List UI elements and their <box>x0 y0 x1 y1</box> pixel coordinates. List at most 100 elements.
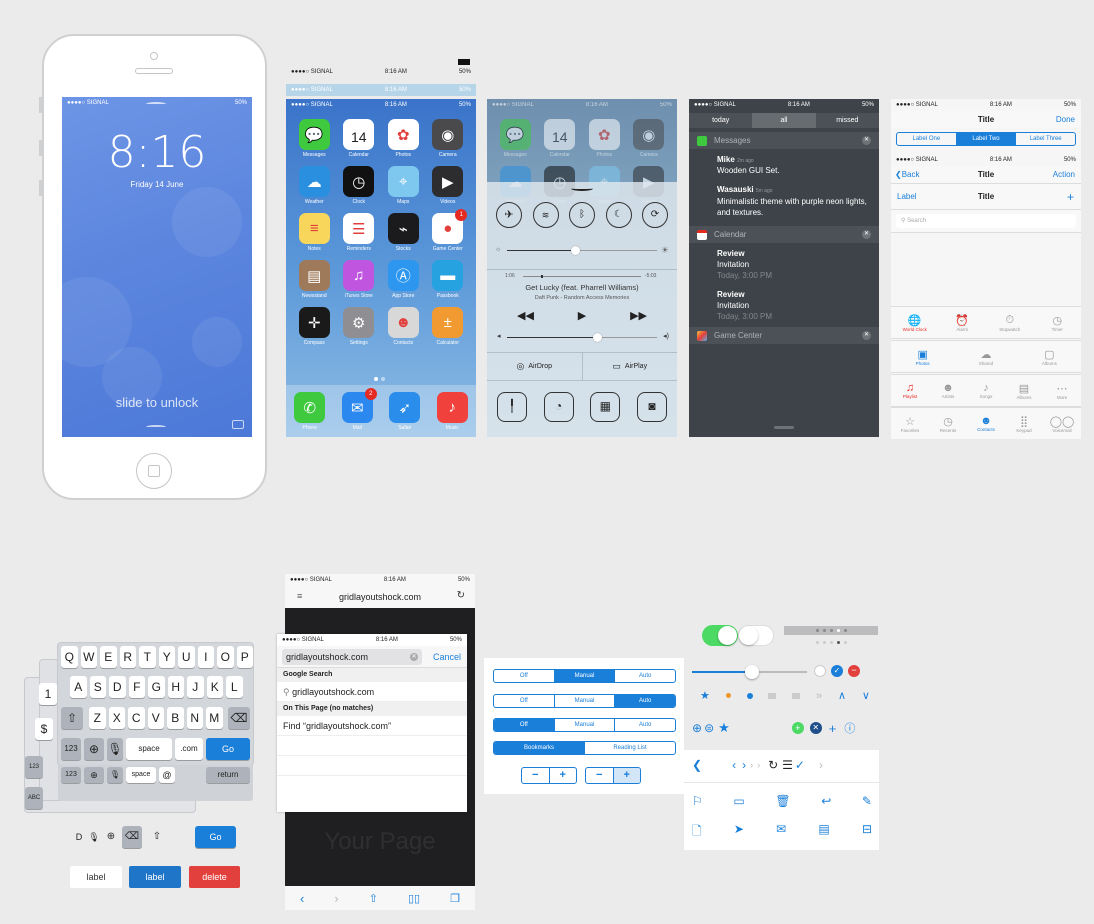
key-123[interactable]: 123 <box>61 738 81 760</box>
trash-icon[interactable]: 🗑 <box>775 794 790 808</box>
segment-label-three[interactable]: Label Three <box>1015 133 1075 145</box>
segment-manual[interactable]: Manual <box>553 695 615 707</box>
fast-forward-icon[interactable]: ▶▶ <box>630 309 647 322</box>
tab-today[interactable]: today <box>689 113 753 128</box>
tab-alarm[interactable]: ⏰ Alarm <box>939 307 987 338</box>
key-p[interactable]: P <box>236 646 253 668</box>
segment-auto[interactable]: Auto <box>614 719 675 731</box>
tab-more[interactable]: ⋯ More <box>1043 375 1081 406</box>
chevron-down-icon[interactable]: ∨ <box>862 689 870 702</box>
reply-icon[interactable]: ↩ <box>821 794 831 808</box>
delete-button[interactable]: delete <box>189 866 240 888</box>
bluetooth-toggle-icon[interactable]: ᛒ <box>569 202 595 228</box>
key-j[interactable]: J <box>187 676 204 698</box>
app-videos[interactable]: ▶ Videos <box>426 166 471 205</box>
toggle-off[interactable] <box>738 625 774 646</box>
key-u[interactable]: U <box>178 646 195 668</box>
app-phone[interactable]: ✆ Phone <box>286 392 334 437</box>
notification-item[interactable]: Wasauski 5m ago Minimalistic theme with … <box>689 179 879 222</box>
folder-icon[interactable]: ▭ <box>733 794 744 808</box>
calculator-icon[interactable]: ▦ <box>590 392 621 422</box>
camera-icon[interactable] <box>232 420 244 429</box>
key-g[interactable]: G <box>148 676 165 698</box>
app-maps[interactable]: ⌖ Maps <box>381 166 426 205</box>
app-clock[interactable]: ◷ Clock <box>337 166 382 205</box>
tab-albums[interactable]: ▤ Albums <box>1005 375 1043 406</box>
segment-label-one[interactable]: Label One <box>897 133 956 145</box>
tab-contacts[interactable]: ☻ Contacts <box>967 408 1005 439</box>
microphone-icon[interactable]: 🎙 <box>87 826 101 848</box>
app-notes[interactable]: ≡ Notes <box>292 213 337 252</box>
timer-icon[interactable]: ◔ <box>543 392 574 422</box>
clear-icon[interactable]: ✕ <box>809 722 822 734</box>
key-h[interactable]: H <box>167 676 184 698</box>
key-123[interactable]: 123 <box>61 767 81 783</box>
key-c[interactable]: C <box>128 707 145 729</box>
app-safari[interactable]: ➶ Safari <box>381 392 429 437</box>
share-icon[interactable]: ⇧ <box>369 892 378 905</box>
airplane-toggle-icon[interactable]: ✈ <box>496 202 522 228</box>
app-music[interactable]: ♪ Music <box>429 392 477 437</box>
close-icon[interactable]: ✕ <box>862 230 871 239</box>
brightness-slider[interactable]: ☼ ☀ <box>495 245 669 257</box>
search-input[interactable]: ⚲ Search <box>896 214 1076 228</box>
compose-icon[interactable]: ✎ <box>862 794 872 808</box>
stepper-plus[interactable]: + <box>612 768 640 783</box>
chevron-left-icon[interactable]: ❮ <box>692 758 702 772</box>
dot-com-key[interactable]: .com <box>175 738 203 760</box>
key-q[interactable]: Q <box>61 646 78 668</box>
segment-auto[interactable]: Auto <box>614 695 675 707</box>
key-z[interactable]: Z <box>89 707 106 729</box>
mail-open-icon[interactable]: ✉ <box>776 822 786 843</box>
pause-circle-icon[interactable]: ⊜ <box>704 721 714 735</box>
segment-reading-list[interactable]: Reading List <box>584 742 675 754</box>
tab-keypad[interactable]: ⣿ Keypad <box>1005 408 1043 439</box>
app-newsstand[interactable]: ▤ Newsstand <box>292 260 337 299</box>
bookmarks-icon[interactable]: ▯▯ <box>408 892 420 905</box>
tab-missed[interactable]: missed <box>815 113 879 128</box>
delete-key-icon[interactable]: ⌫ <box>228 707 250 729</box>
tabs-icon[interactable]: ❐ <box>450 892 460 905</box>
app-mail[interactable]: ✉ 2 Mail <box>334 388 382 437</box>
key-d[interactable]: D <box>109 676 126 698</box>
app-settings[interactable]: ⚙ Settings <box>337 307 382 346</box>
home-button[interactable] <box>136 453 172 489</box>
key-n[interactable]: N <box>186 707 203 729</box>
app-camera[interactable]: ◉ Camera <box>627 119 672 158</box>
globe-icon[interactable]: ⊕ <box>84 738 104 760</box>
microphone-icon[interactable]: 🎙 <box>107 738 123 760</box>
find-on-page-row[interactable]: Find “gridlayoutshock.com” <box>277 716 467 736</box>
chevron-left-icon[interactable]: ‹ <box>732 758 736 772</box>
globe-icon[interactable]: ⊕ <box>102 826 120 848</box>
radio-off-icon[interactable] <box>814 665 826 677</box>
chevron-up-icon[interactable]: ∧ <box>838 689 846 702</box>
event-item[interactable]: Review Invitation Today, 3:00 PM <box>689 243 879 284</box>
go-key[interactable]: Go <box>195 826 236 848</box>
app-messages[interactable]: 💬 Messages <box>292 119 337 158</box>
segment-off[interactable]: Off <box>494 719 554 731</box>
key-x[interactable]: X <box>108 707 125 729</box>
key-t[interactable]: T <box>139 646 156 668</box>
tab-stopwatch[interactable]: ⏱ Stopwatch <box>986 307 1034 338</box>
slide-to-unlock[interactable]: slide to unlock <box>62 395 252 410</box>
tab-songs[interactable]: ♪ Songs <box>967 375 1005 406</box>
label-button[interactable]: Label <box>897 184 917 210</box>
key-b[interactable]: B <box>167 707 184 729</box>
tab-voicemail[interactable]: ◯◯ Voicemail <box>1043 408 1081 439</box>
wifi-toggle-icon[interactable]: ≋ <box>532 202 559 228</box>
back-chevron-icon[interactable]: ‹ <box>300 891 304 906</box>
app-camera[interactable]: ◉ Camera <box>426 119 471 158</box>
info-icon[interactable]: ⓘ <box>844 720 855 736</box>
done-button[interactable]: Done <box>1056 111 1075 128</box>
key-dollar[interactable]: $ <box>35 718 53 740</box>
play-icon[interactable]: ▶ <box>578 309 586 322</box>
add-green-icon[interactable]: + <box>791 722 804 734</box>
key-s[interactable]: S <box>89 676 106 698</box>
segment-bookmarks[interactable]: Bookmarks <box>494 742 584 754</box>
app-app-store[interactable]: Ⓐ App Store <box>381 260 426 299</box>
volume-slider[interactable]: ◂ ◂) <box>497 332 669 344</box>
app-itunes-store[interactable]: ♫ iTunes Store <box>337 260 382 299</box>
return-key[interactable]: return <box>206 767 250 783</box>
key-a[interactable]: A <box>70 676 87 698</box>
segment-manual[interactable]: Manual <box>553 670 615 682</box>
